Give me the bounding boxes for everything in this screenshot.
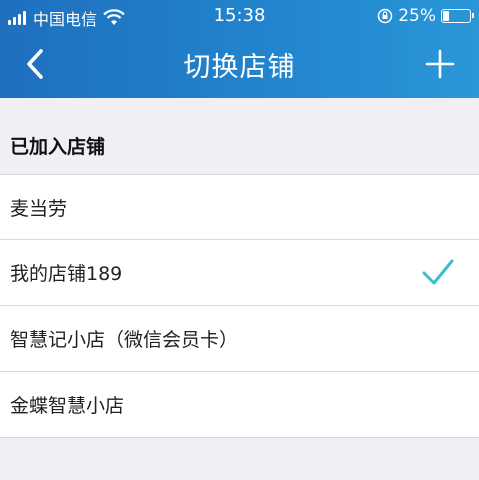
battery-tip bbox=[472, 13, 474, 18]
store-list: 麦当劳 我的店铺189 智慧记小店（微信会员卡） 金蝶智慧小店 bbox=[0, 174, 479, 438]
store-item-label: 智慧记小店（微信会员卡） bbox=[10, 329, 239, 351]
add-store-button[interactable] bbox=[423, 46, 457, 82]
store-item-label: 麦当劳 bbox=[10, 197, 68, 220]
section-header: 已加入店铺 bbox=[0, 98, 479, 174]
status-bar: 中国电信 15:38 25% bbox=[0, 0, 479, 32]
store-item-kingdee[interactable]: 金蝶智慧小店 bbox=[0, 372, 479, 438]
battery-percent: 25% bbox=[398, 6, 436, 26]
battery-fill bbox=[443, 11, 449, 21]
section-title: 已加入店铺 bbox=[10, 136, 106, 158]
status-right: 25% bbox=[377, 6, 474, 26]
checkmark-icon bbox=[422, 259, 454, 285]
empty-area bbox=[0, 440, 479, 480]
rotation-lock-icon bbox=[377, 8, 393, 24]
page-title: 切换店铺 bbox=[183, 52, 296, 83]
store-item-label: 金蝶智慧小店 bbox=[10, 395, 125, 417]
store-item-label: 我的店铺189 bbox=[10, 263, 123, 285]
store-item-zhihuiji[interactable]: 智慧记小店（微信会员卡） bbox=[0, 306, 479, 372]
battery-icon bbox=[441, 9, 474, 23]
plus-icon bbox=[425, 49, 455, 79]
store-item-my-store-189[interactable]: 我的店铺189 bbox=[0, 240, 479, 306]
app-header: 中国电信 15:38 25% 切换店铺 bbox=[0, 0, 479, 98]
store-item-mcdonalds[interactable]: 麦当劳 bbox=[0, 174, 479, 240]
